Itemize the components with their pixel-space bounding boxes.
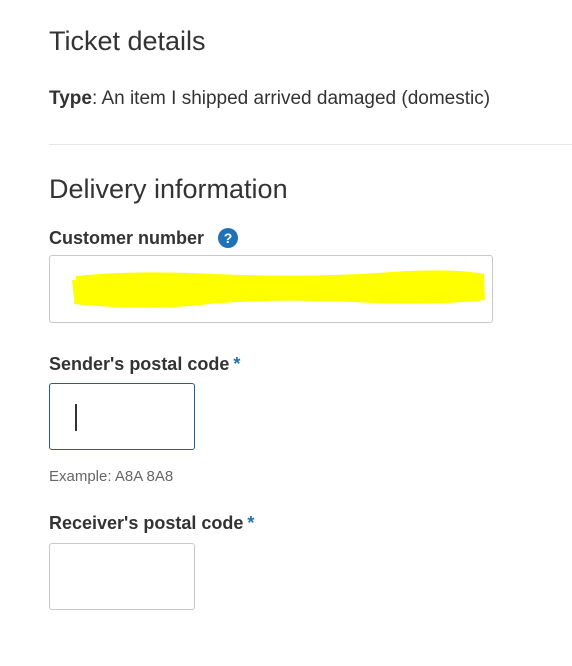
receiver-postal-code-label: Receiver's postal code * — [49, 513, 254, 534]
customer-number-input[interactable] — [50, 256, 492, 322]
sender-postal-code-field[interactable] — [49, 383, 195, 450]
ticket-type-label: Type — [49, 88, 92, 109]
ticket-details-heading: Ticket details — [49, 26, 206, 56]
required-marker: * — [233, 354, 241, 374]
customer-number-field[interactable] — [49, 255, 493, 323]
section-divider — [49, 144, 572, 145]
customer-number-label-text: Customer number — [49, 228, 205, 248]
text-caret — [75, 404, 77, 431]
ticket-type-line: Type: An item I shipped arrived damaged … — [49, 88, 490, 110]
delivery-information-heading: Delivery information — [49, 174, 288, 204]
ticket-type-value: : An item I shipped arrived damaged (dom… — [91, 88, 491, 109]
receiver-postal-code-input[interactable] — [50, 544, 194, 609]
help-icon[interactable]: ? — [218, 228, 239, 248]
receiver-postal-code-label-text: Receiver's postal code — [49, 513, 244, 533]
sender-postal-code-label: Sender's postal code * — [49, 354, 240, 375]
required-marker: * — [247, 513, 255, 533]
sender-postal-code-label-text: Sender's postal code — [49, 354, 230, 374]
postal-code-example: Example: A8A 8A8 — [49, 468, 174, 485]
receiver-postal-code-field[interactable] — [49, 543, 195, 610]
sender-postal-code-input[interactable] — [50, 384, 194, 449]
customer-number-label: Customer number? — [49, 228, 239, 249]
